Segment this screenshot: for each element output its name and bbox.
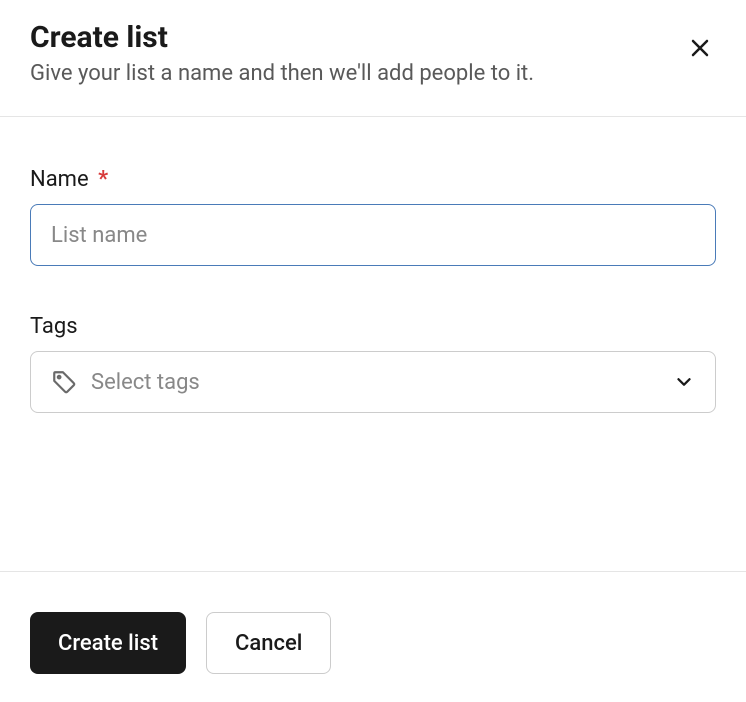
tags-field-group: Tags Select tags bbox=[30, 314, 716, 413]
dialog-header: Create list Give your list a name and th… bbox=[0, 0, 746, 117]
tags-placeholder: Select tags bbox=[91, 370, 659, 395]
tag-icon bbox=[51, 369, 77, 395]
dialog-footer: Create list Cancel bbox=[0, 571, 746, 702]
close-icon bbox=[688, 36, 712, 60]
name-field-group: Name * bbox=[30, 167, 716, 266]
tags-select[interactable]: Select tags bbox=[30, 351, 716, 413]
chevron-down-icon bbox=[673, 371, 695, 393]
name-label: Name * bbox=[30, 167, 716, 192]
dialog-content: Name * Tags Select tags bbox=[0, 117, 746, 571]
dialog-subtitle: Give your list a name and then we'll add… bbox=[30, 61, 716, 86]
required-indicator: * bbox=[98, 167, 108, 192]
name-label-text: Name bbox=[30, 167, 89, 192]
cancel-button[interactable]: Cancel bbox=[206, 612, 331, 674]
dialog-title: Create list bbox=[30, 20, 716, 55]
tags-label: Tags bbox=[30, 314, 716, 339]
close-button[interactable] bbox=[684, 32, 716, 64]
create-list-button[interactable]: Create list bbox=[30, 612, 186, 674]
name-input[interactable] bbox=[30, 204, 716, 266]
